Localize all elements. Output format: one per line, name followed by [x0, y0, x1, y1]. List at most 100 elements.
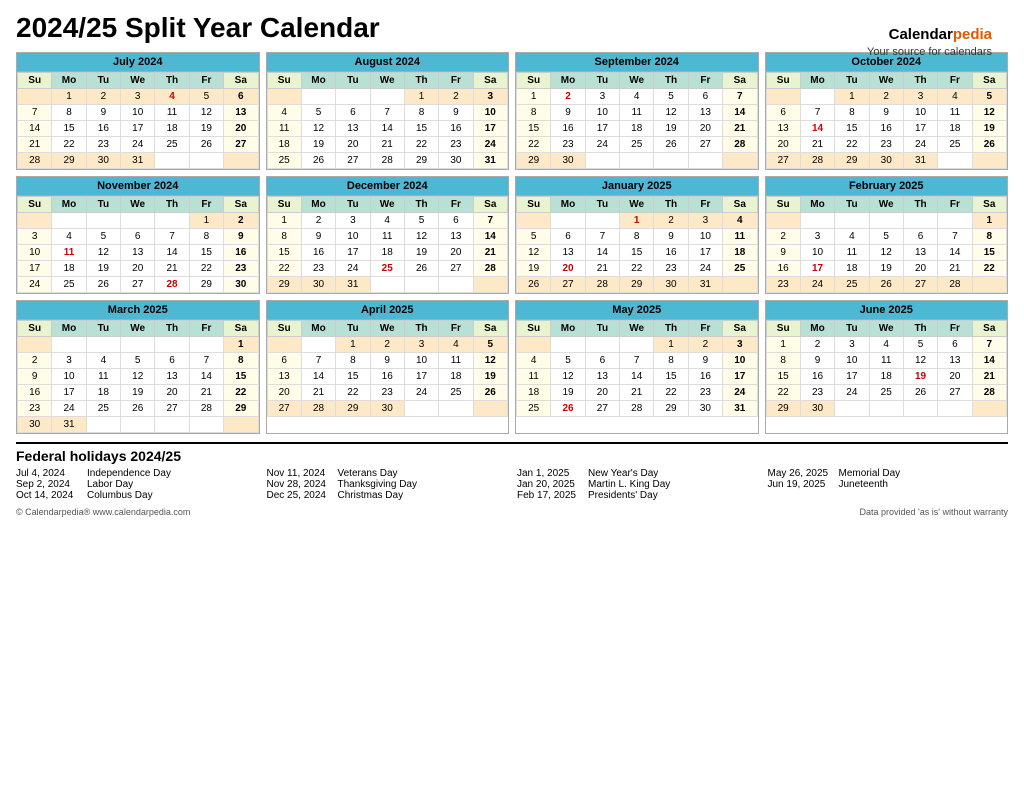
calendar-day: 11 [869, 353, 903, 369]
calendar-day: 15 [267, 245, 301, 261]
day-header-th: Th [903, 73, 937, 89]
calendar-day: 16 [439, 121, 473, 137]
holiday-date: Jun 19, 2025 [768, 479, 833, 490]
calendar-day: 25 [517, 401, 551, 417]
holiday-date: Jan 1, 2025 [517, 468, 582, 479]
holiday-name: Juneteenth [839, 479, 889, 490]
calendar-day: 29 [620, 277, 654, 293]
calendar-day: 24 [585, 137, 619, 153]
calendar-day: 3 [473, 89, 507, 105]
calendar-day: 9 [301, 229, 335, 245]
calendar-day: 19 [86, 261, 120, 277]
calendar-day: 15 [224, 369, 258, 385]
calendar-day: 22 [972, 261, 1006, 277]
calendar-day: 11 [267, 121, 301, 137]
calendar-day: 24 [835, 385, 869, 401]
calendar-day: 13 [267, 369, 301, 385]
calendar-day: 26 [869, 277, 903, 293]
day-header-we: We [370, 197, 404, 213]
calendar-day: 16 [766, 261, 800, 277]
day-header-th: Th [404, 73, 438, 89]
calendar-day: 6 [903, 229, 937, 245]
day-header-su: Su [517, 73, 551, 89]
month-header: March 2025 [17, 301, 259, 320]
calendar-day: 20 [336, 137, 370, 153]
calendar-day: 9 [224, 229, 258, 245]
calendar-day: 18 [267, 137, 301, 153]
calendar-day: 14 [155, 245, 189, 261]
calendar-day: 28 [972, 385, 1006, 401]
holiday-name: New Year's Day [588, 468, 658, 479]
calendar-day: 22 [404, 137, 438, 153]
calendar-day: 31 [336, 277, 370, 293]
day-header-we: We [869, 321, 903, 337]
calendar-day [404, 277, 438, 293]
day-header-fr: Fr [688, 197, 722, 213]
day-header-we: We [869, 197, 903, 213]
day-header-mo: Mo [52, 321, 86, 337]
day-header-sa: Sa [723, 197, 757, 213]
month-header: December 2024 [267, 177, 509, 196]
holiday-date: Jul 4, 2024 [16, 468, 81, 479]
calendar-day: 2 [551, 89, 585, 105]
calendar-day: 30 [654, 277, 688, 293]
month-calendar-february-2025: February 2025SuMoTuWeThFrSa 123456789101… [765, 176, 1009, 294]
calendar-day: 24 [800, 277, 834, 293]
day-header-mo: Mo [551, 321, 585, 337]
calendar-day: 26 [121, 401, 155, 417]
month-header: July 2024 [17, 53, 259, 72]
calendar-day: 10 [121, 105, 155, 121]
calendar-day: 22 [766, 385, 800, 401]
calendar-day: 14 [18, 121, 52, 137]
calendar-day [301, 337, 335, 353]
calendar-day [121, 213, 155, 229]
page-title: 2024/25 Split Year Calendar [16, 12, 1008, 44]
calendar-day: 17 [800, 261, 834, 277]
calendar-day: 17 [903, 121, 937, 137]
day-header-th: Th [155, 197, 189, 213]
calendar-day: 2 [688, 337, 722, 353]
calendar-day: 3 [903, 89, 937, 105]
calendar-day: 12 [903, 353, 937, 369]
calendar-day: 12 [551, 369, 585, 385]
calendar-day [473, 277, 507, 293]
calendar-day: 1 [766, 337, 800, 353]
holiday-date: May 26, 2025 [768, 468, 833, 479]
calendar-day: 7 [723, 89, 757, 105]
day-header-mo: Mo [800, 73, 834, 89]
calendar-day: 17 [121, 121, 155, 137]
day-header-sa: Sa [723, 73, 757, 89]
calendar-day [267, 89, 301, 105]
calendar-day: 2 [766, 229, 800, 245]
day-header-tu: Tu [336, 321, 370, 337]
calendar-day: 1 [654, 337, 688, 353]
month-calendar-april-2025: April 2025SuMoTuWeThFrSa 123456789101112… [266, 300, 510, 434]
day-header-th: Th [404, 321, 438, 337]
calendar-day: 24 [404, 385, 438, 401]
day-header-sa: Sa [224, 197, 258, 213]
month-calendar-july-2024: July 2024SuMoTuWeThFrSa 1234567891011121… [16, 52, 260, 170]
calendar-day: 9 [688, 353, 722, 369]
calendar-day: 13 [938, 353, 972, 369]
calendar-day: 2 [224, 213, 258, 229]
day-header-sa: Sa [473, 197, 507, 213]
calendar-day: 5 [301, 105, 335, 121]
calendar-day: 9 [766, 245, 800, 261]
calendar-day: 7 [18, 105, 52, 121]
calendar-day [439, 401, 473, 417]
calendar-day: 29 [835, 153, 869, 169]
calendar-day: 6 [551, 229, 585, 245]
day-header-su: Su [18, 73, 52, 89]
calendar-day: 7 [189, 353, 223, 369]
day-header-th: Th [903, 321, 937, 337]
holidays-grid: Jul 4, 2024Independence DaySep 2, 2024La… [16, 468, 1008, 501]
calendar-day: 29 [404, 153, 438, 169]
day-header-th: Th [903, 197, 937, 213]
calendar-day: 4 [155, 89, 189, 105]
calendar-day: 11 [439, 353, 473, 369]
calendar-day: 17 [688, 245, 722, 261]
calendar-day: 7 [972, 337, 1006, 353]
calendar-day: 4 [370, 213, 404, 229]
calendar-day: 4 [517, 353, 551, 369]
calendar-day [517, 213, 551, 229]
